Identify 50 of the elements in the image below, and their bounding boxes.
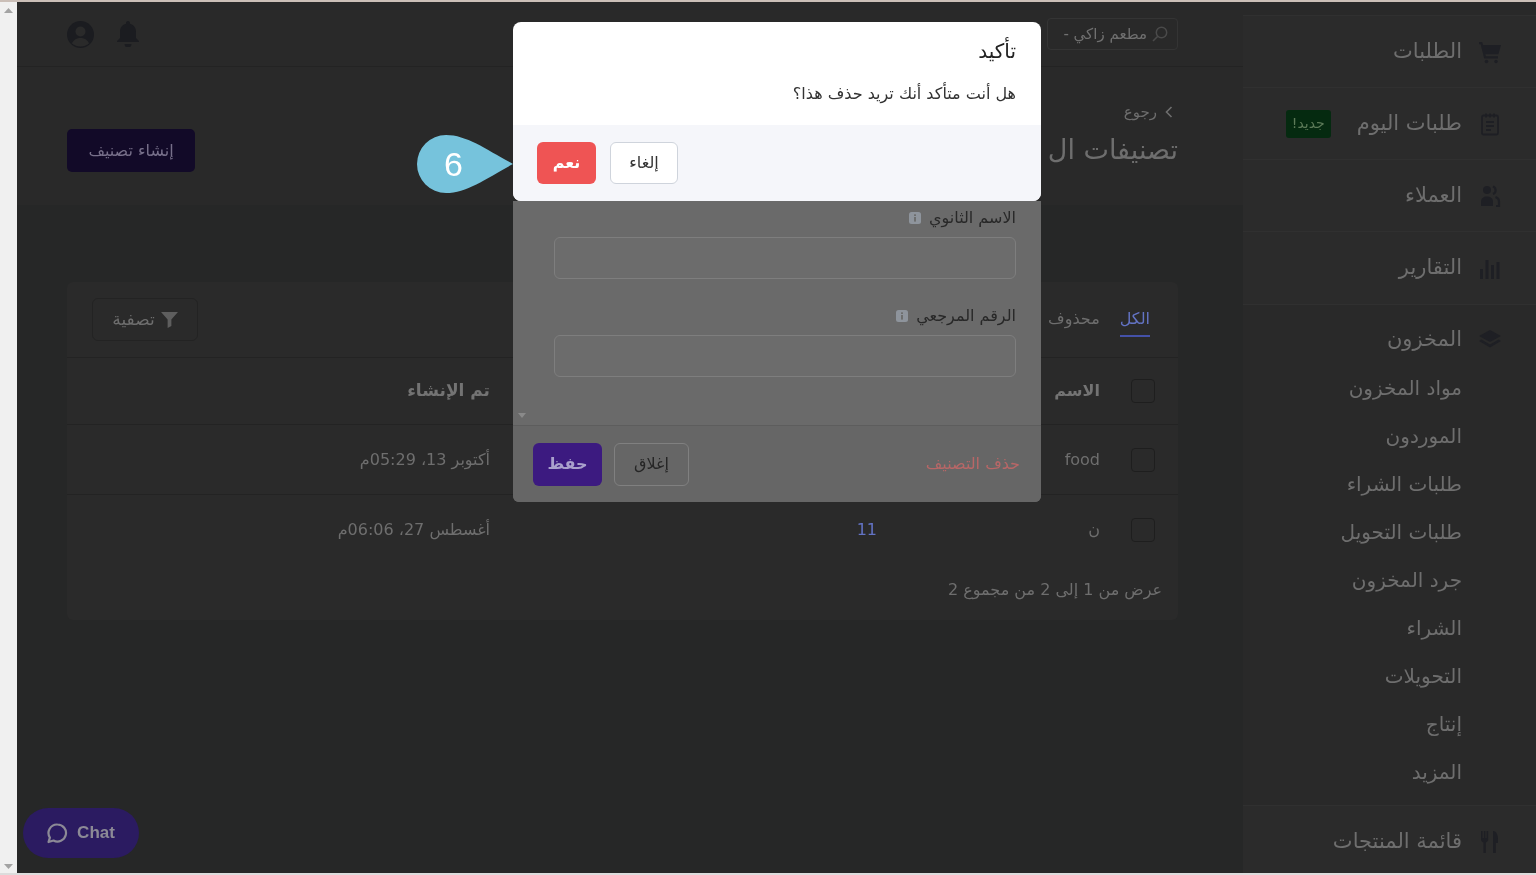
funnel-icon <box>160 311 178 328</box>
column-header: الاسم <box>1054 380 1100 402</box>
dialog-message: هل أنت متأكد أنك تريد حذف هذا؟ <box>791 82 1016 106</box>
teardrop-marker-icon <box>417 135 513 193</box>
sidebar-subitem[interactable]: الشراء <box>1243 604 1536 652</box>
chat-button[interactable]: Chat <box>23 808 139 858</box>
scroll-down-icon[interactable] <box>4 864 13 869</box>
scrollbar[interactable] <box>0 2 17 873</box>
table-cell: أغسطس 27، 06:06م <box>337 518 490 542</box>
scroll-up-icon[interactable] <box>4 8 13 13</box>
sidebar-item[interactable]: المخزون <box>1243 316 1536 364</box>
table-cell-text: ن <box>1088 519 1100 541</box>
tab[interactable]: محذوف <box>1048 302 1100 337</box>
filter-button[interactable]: تصفية <box>92 298 198 341</box>
table-cell-text: أكتوبر 13، 05:29م <box>359 448 490 472</box>
sidebar-subitem[interactable]: جرد المخزون <box>1243 556 1536 604</box>
sidebar-subitem[interactable]: التحويلات <box>1243 652 1536 700</box>
cancel-button[interactable]: إلغاء <box>610 142 678 184</box>
field-label: الاسم الثانوي <box>929 207 1016 230</box>
tab[interactable]: الكل <box>1119 302 1150 337</box>
sidebar-item[interactable]: التقارير <box>1243 232 1536 304</box>
sidebar-subitem[interactable]: المزيد <box>1243 748 1536 796</box>
save-button[interactable]: حفظ <box>533 442 602 486</box>
sidebar-subitem[interactable]: طلبات الشراء <box>1243 460 1536 508</box>
chat-icon <box>47 822 69 844</box>
table-cell-text: food <box>1064 448 1100 471</box>
close-button[interactable]: إغلاق <box>614 442 689 486</box>
pagination-summary: عرض من 1 إلى 2 من مجموع 2 <box>948 579 1162 602</box>
branch-search-field[interactable]: مطعم زاكي - <box>1047 18 1178 50</box>
sidebar-subitem[interactable]: الموردون <box>1243 412 1536 460</box>
column-header: تم الإنشاء <box>407 379 490 403</box>
info-icon <box>896 310 909 322</box>
info-icon <box>909 212 921 224</box>
sidebar-item[interactable]: قائمة المنتجات <box>1243 806 1536 873</box>
search-icon <box>1152 26 1168 42</box>
dialog-title: تأكيد <box>977 37 1016 65</box>
field-label: الرقم المرجعي <box>916 305 1016 328</box>
scroll-down-icon[interactable] <box>518 413 526 418</box>
chevron-icon <box>1165 106 1173 118</box>
new-badge: جديد! <box>1285 109 1331 138</box>
sidebar-item[interactable]: طلبات اليوم جديد! <box>1243 88 1536 160</box>
create-category-button[interactable]: إنشاء تصنيف <box>67 129 195 172</box>
page-title: تصنيفات ال <box>1047 133 1178 167</box>
step-number-label: 6 <box>444 144 463 185</box>
sidebar-subitem[interactable]: مواد المخزون <box>1243 364 1536 412</box>
table-cell-text: 11 <box>856 519 877 541</box>
back-link[interactable]: رجوع <box>1123 101 1178 123</box>
sidebar-subitem[interactable]: إنتاج <box>1243 700 1536 748</box>
confirm-button[interactable]: نعم <box>537 142 596 184</box>
sidebar-subitem[interactable]: طلبات التحويل <box>1243 508 1536 556</box>
